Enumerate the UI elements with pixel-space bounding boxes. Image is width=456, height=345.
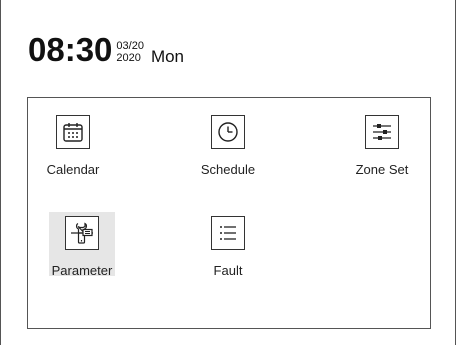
menu-item-fault[interactable]: Fault xyxy=(183,212,273,292)
menu-item-label: Parameter xyxy=(51,263,113,278)
clock-time: 08:30 xyxy=(28,31,113,68)
date-year: 2020 xyxy=(116,52,141,64)
clock-icon xyxy=(211,115,245,149)
menu-item-label: Zone Set xyxy=(355,162,409,177)
wrench-settings-icon xyxy=(65,216,99,250)
menu-item-label: Schedule xyxy=(200,162,256,177)
list-icon xyxy=(211,216,245,250)
menu-item-schedule[interactable]: Schedule xyxy=(183,98,273,178)
menu-item-label: Fault xyxy=(213,263,243,278)
sliders-icon xyxy=(365,115,399,149)
main-screen: 08:30 03/20 2020 Mon Calendar Schedule Z… xyxy=(0,0,456,345)
menu-item-zone-set[interactable]: Zone Set xyxy=(337,98,427,178)
menu-item-label: Calendar xyxy=(46,162,100,177)
calendar-icon xyxy=(56,115,90,149)
menu-item-calendar[interactable]: Calendar xyxy=(28,98,118,178)
clock-date: 03/20 2020 xyxy=(116,40,144,64)
clock-weekday: Mon xyxy=(150,47,185,66)
status-header: 08:30 03/20 2020 Mon xyxy=(28,26,184,66)
date-month-day: 03/20 xyxy=(116,40,144,52)
menu-item-parameter[interactable]: Parameter xyxy=(37,212,127,292)
menu-panel: Calendar Schedule Zone Set Parameter Fau… xyxy=(27,97,431,329)
